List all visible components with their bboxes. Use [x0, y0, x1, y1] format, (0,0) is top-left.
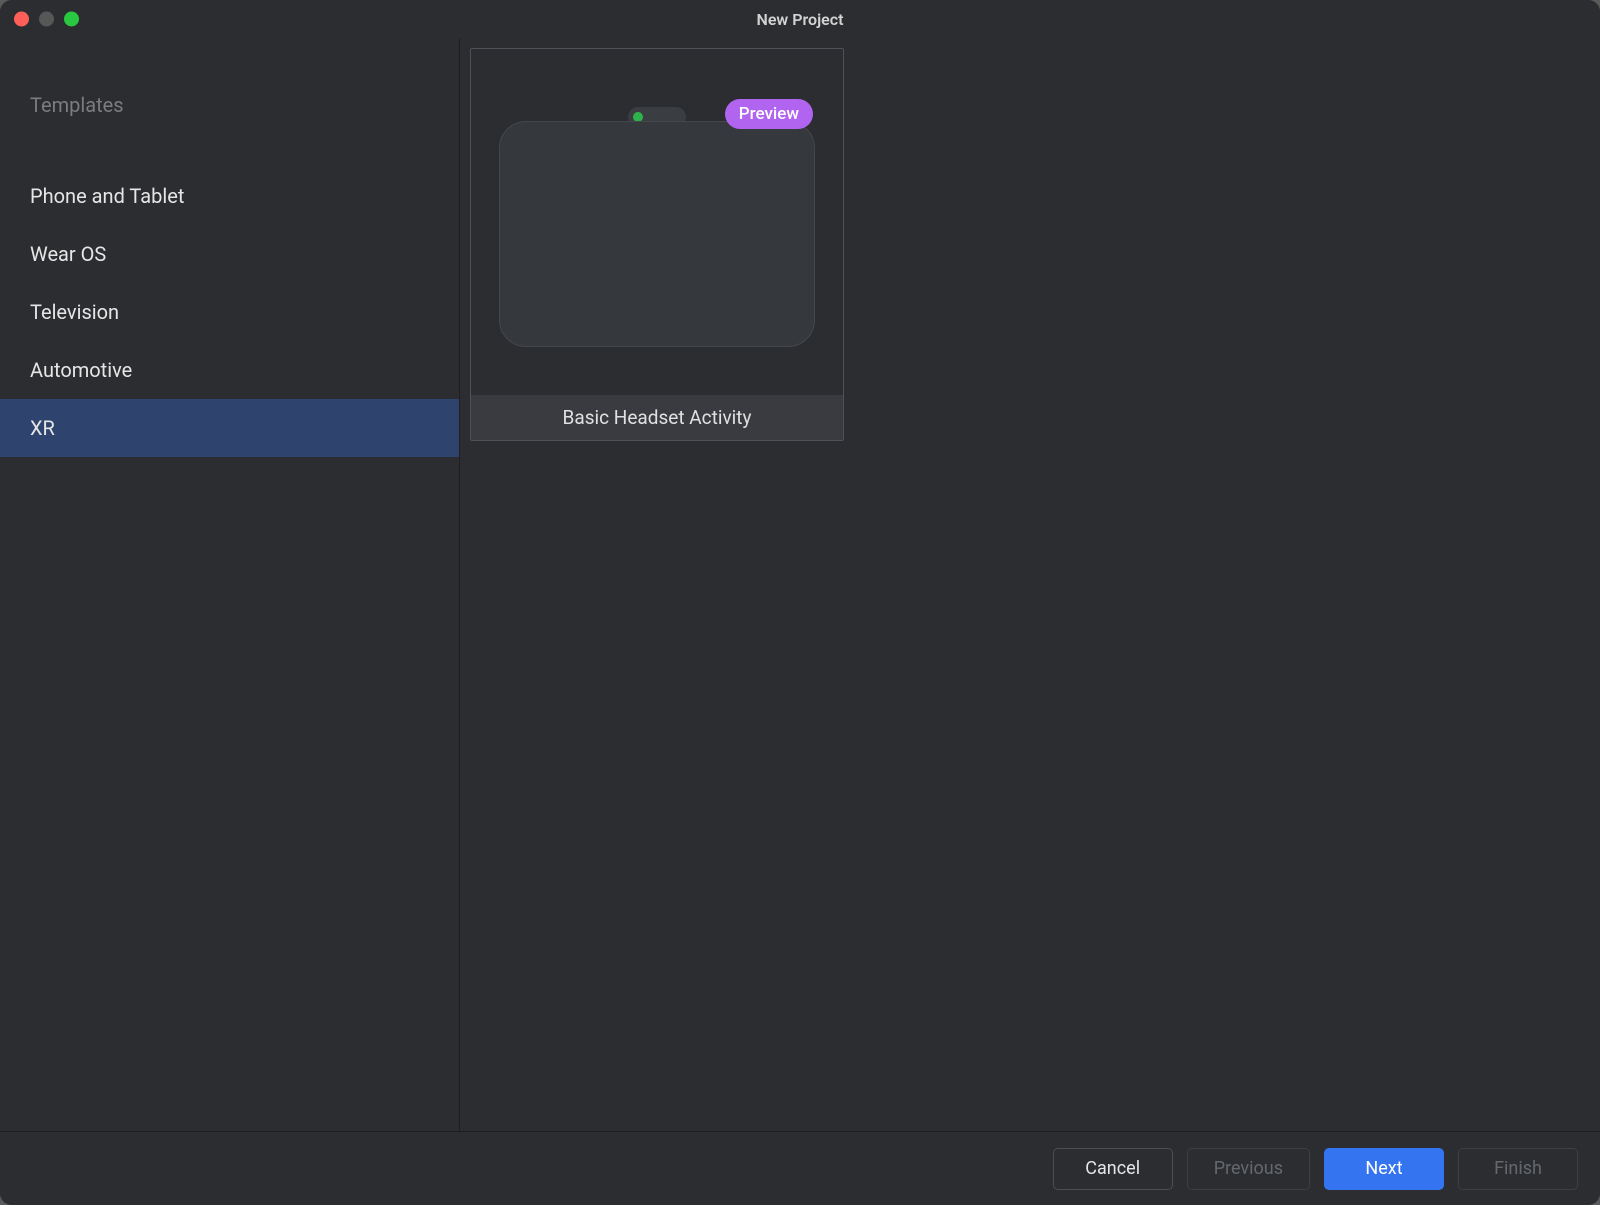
sidebar: Templates Phone and Tablet Wear OS Telev… [0, 38, 460, 1131]
sidebar-item-phone-and-tablet[interactable]: Phone and Tablet [0, 167, 459, 225]
sidebar-item-wear-os[interactable]: Wear OS [0, 225, 459, 283]
template-card-label: Basic Headset Activity [471, 395, 843, 440]
sidebar-item-label: Automotive [30, 358, 132, 382]
sidebar-heading: Templates [0, 93, 459, 117]
template-thumbnail: Preview [471, 49, 843, 395]
minimize-window-button[interactable] [39, 12, 54, 27]
close-window-button[interactable] [14, 12, 29, 27]
preview-badge: Preview [725, 99, 813, 129]
new-project-window: New Project Templates Phone and Tablet W… [0, 0, 1600, 1205]
window-title: New Project [757, 10, 844, 29]
sidebar-item-label: Television [30, 300, 119, 324]
previous-button: Previous [1187, 1148, 1310, 1190]
zoom-window-button[interactable] [64, 12, 79, 27]
template-card-basic-headset-activity[interactable]: Preview Basic Headset Activity [470, 48, 844, 441]
next-button[interactable]: Next [1324, 1148, 1444, 1190]
sidebar-item-xr[interactable]: XR [0, 399, 459, 457]
footer: Cancel Previous Next Finish [0, 1131, 1600, 1205]
template-grid: Preview Basic Headset Activity [460, 38, 1600, 1131]
sidebar-item-automotive[interactable]: Automotive [0, 341, 459, 399]
sidebar-item-label: Wear OS [30, 242, 106, 266]
sidebar-item-label: XR [30, 416, 55, 440]
sidebar-item-television[interactable]: Television [0, 283, 459, 341]
sidebar-item-label: Phone and Tablet [30, 184, 184, 208]
titlebar: New Project [0, 0, 1600, 38]
traffic-lights [14, 12, 79, 27]
cancel-button[interactable]: Cancel [1053, 1148, 1173, 1190]
headset-screen-icon [499, 121, 815, 347]
body: Templates Phone and Tablet Wear OS Telev… [0, 38, 1600, 1131]
finish-button: Finish [1458, 1148, 1578, 1190]
